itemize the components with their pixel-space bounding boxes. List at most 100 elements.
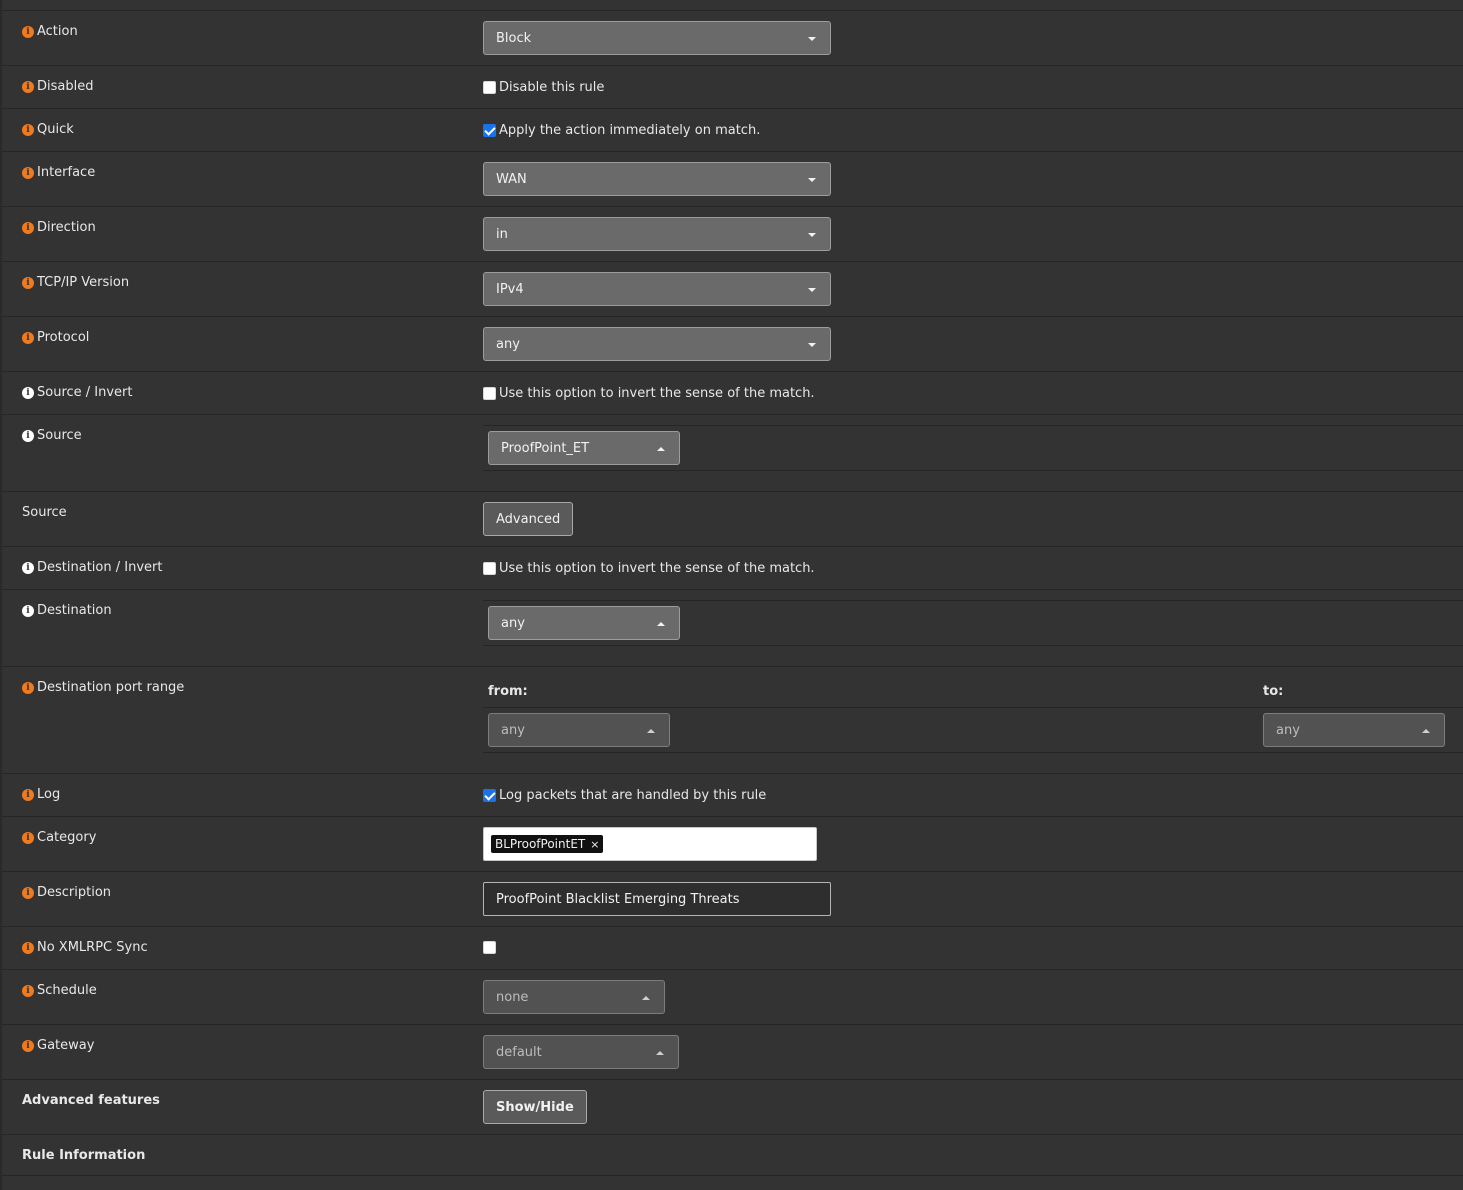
label-interface: i Interface: [22, 165, 95, 180]
info-icon[interactable]: i: [22, 1039, 34, 1052]
tag-remove-icon[interactable]: ×: [590, 838, 599, 851]
divider: [483, 645, 1463, 646]
gateway-select[interactable]: default: [483, 1035, 679, 1069]
info-icon[interactable]: i: [22, 788, 34, 801]
label-dest-invert: i Destination / Invert: [22, 560, 162, 575]
divider: [483, 425, 1463, 426]
row-source-advanced: Source Advanced: [2, 492, 1463, 547]
quick-option: Apply the action immediately on match.: [483, 123, 760, 138]
chevron-down-icon: [808, 37, 816, 41]
disabled-checkbox[interactable]: [483, 81, 496, 94]
label-protocol: i Protocol: [22, 330, 89, 345]
row-ipversion: i TCP/IP Version IPv4: [2, 262, 1463, 317]
log-checkbox[interactable]: [483, 789, 496, 802]
info-icon[interactable]: i: [22, 984, 34, 997]
direction-select[interactable]: in: [483, 217, 831, 251]
row-disabled: i Disabled Disable this rule: [2, 66, 1463, 109]
description-input[interactable]: ProofPoint Blacklist Emerging Threats: [483, 882, 831, 916]
info-icon[interactable]: i: [22, 886, 34, 899]
ipversion-select[interactable]: IPv4: [483, 272, 831, 306]
divider: [483, 707, 1463, 708]
row-noxmlrpc: i No XMLRPC Sync: [2, 927, 1463, 970]
row-source-invert: i Source / Invert Use this option to inv…: [2, 372, 1463, 415]
divider: [483, 600, 1463, 601]
label-gateway: i Gateway: [22, 1038, 94, 1053]
row-schedule: i Schedule none: [2, 970, 1463, 1025]
label-schedule: i Schedule: [22, 983, 97, 998]
info-icon[interactable]: i: [22, 221, 34, 234]
chevron-up-icon: [657, 447, 665, 451]
schedule-select[interactable]: none: [483, 980, 665, 1014]
info-icon[interactable]: i: [22, 80, 34, 93]
destination-select[interactable]: any: [488, 606, 680, 640]
chevron-up-icon: [657, 622, 665, 626]
label-quick: i Quick: [22, 122, 74, 137]
row-advanced-features: Advanced features Show/Hide: [2, 1080, 1463, 1135]
row-action: i Action Block: [2, 11, 1463, 66]
row-category: i Category BLProofPointET ×: [2, 817, 1463, 872]
row-log: i Log Log packets that are handled by th…: [2, 774, 1463, 817]
info-icon[interactable]: i: [22, 123, 34, 136]
row-protocol: i Protocol any: [2, 317, 1463, 372]
info-icon[interactable]: i: [22, 561, 34, 574]
firewall-rule-form: i Action Block i Disabled Disable this r…: [0, 0, 1463, 1190]
row-dest-invert: i Destination / Invert Use this option t…: [2, 547, 1463, 590]
row-direction: i Direction in: [2, 207, 1463, 262]
source-invert-checkbox[interactable]: [483, 387, 496, 400]
dest-invert-option: Use this option to invert the sense of t…: [483, 561, 815, 576]
row-gateway: i Gateway default: [2, 1025, 1463, 1080]
log-option: Log packets that are handled by this rul…: [483, 788, 766, 803]
info-icon[interactable]: i: [22, 166, 34, 179]
source-advanced-button[interactable]: Advanced: [483, 502, 574, 536]
row-description: i Description ProofPoint Blacklist Emerg…: [2, 872, 1463, 927]
label-rule-information: Rule Information: [22, 1148, 146, 1163]
info-icon[interactable]: i: [22, 831, 34, 844]
row-quick: i Quick Apply the action immediately on …: [2, 109, 1463, 152]
row-destination: i Destination any: [2, 590, 1463, 667]
row-source: i Source ProofPoint_ET: [2, 415, 1463, 492]
info-icon[interactable]: i: [22, 429, 34, 442]
chevron-down-icon: [808, 233, 816, 237]
interface-select[interactable]: WAN: [483, 162, 831, 196]
source-invert-option: Use this option to invert the sense of t…: [483, 386, 815, 401]
info-icon[interactable]: i: [22, 681, 34, 694]
row-rule-information: Rule Information: [2, 1135, 1463, 1176]
label-direction: i Direction: [22, 220, 96, 235]
label-disabled: i Disabled: [22, 79, 93, 94]
category-tag: BLProofPointET ×: [491, 835, 604, 853]
chevron-up-icon: [642, 996, 650, 1000]
label-description: i Description: [22, 885, 111, 900]
label-source-invert: i Source / Invert: [22, 385, 133, 400]
label-log: i Log: [22, 787, 60, 802]
action-select[interactable]: Block: [483, 21, 831, 55]
label-action: i Action: [22, 24, 78, 39]
row-interface: i Interface WAN: [2, 152, 1463, 207]
protocol-select[interactable]: any: [483, 327, 831, 361]
label-noxmlrpc: i No XMLRPC Sync: [22, 940, 148, 955]
port-from-select[interactable]: any: [488, 713, 670, 747]
label-source: i Source: [22, 428, 82, 443]
info-icon[interactable]: i: [22, 331, 34, 344]
port-from-label: from:: [488, 684, 528, 699]
port-to-select[interactable]: any: [1263, 713, 1445, 747]
chevron-up-icon: [656, 1051, 664, 1055]
info-icon[interactable]: i: [22, 604, 34, 617]
label-destination: i Destination: [22, 603, 112, 618]
label-advanced-features: Advanced features: [22, 1093, 160, 1108]
disabled-option: Disable this rule: [483, 80, 604, 95]
quick-checkbox[interactable]: [483, 124, 496, 137]
info-icon[interactable]: i: [22, 386, 34, 399]
label-category: i Category: [22, 830, 96, 845]
info-icon[interactable]: i: [22, 276, 34, 289]
show-hide-button[interactable]: Show/Hide: [483, 1090, 587, 1124]
label-dest-port: i Destination port range: [22, 680, 184, 695]
source-select[interactable]: ProofPoint_ET: [488, 431, 680, 465]
divider: [483, 752, 1463, 753]
info-icon[interactable]: i: [22, 941, 34, 954]
info-icon[interactable]: i: [22, 25, 34, 38]
category-input[interactable]: BLProofPointET ×: [483, 827, 817, 861]
row-dest-port: i Destination port range from: to: any a…: [2, 667, 1463, 774]
dest-invert-checkbox[interactable]: [483, 562, 496, 575]
noxmlrpc-checkbox[interactable]: [483, 941, 496, 954]
noxmlrpc-option: [483, 941, 496, 954]
